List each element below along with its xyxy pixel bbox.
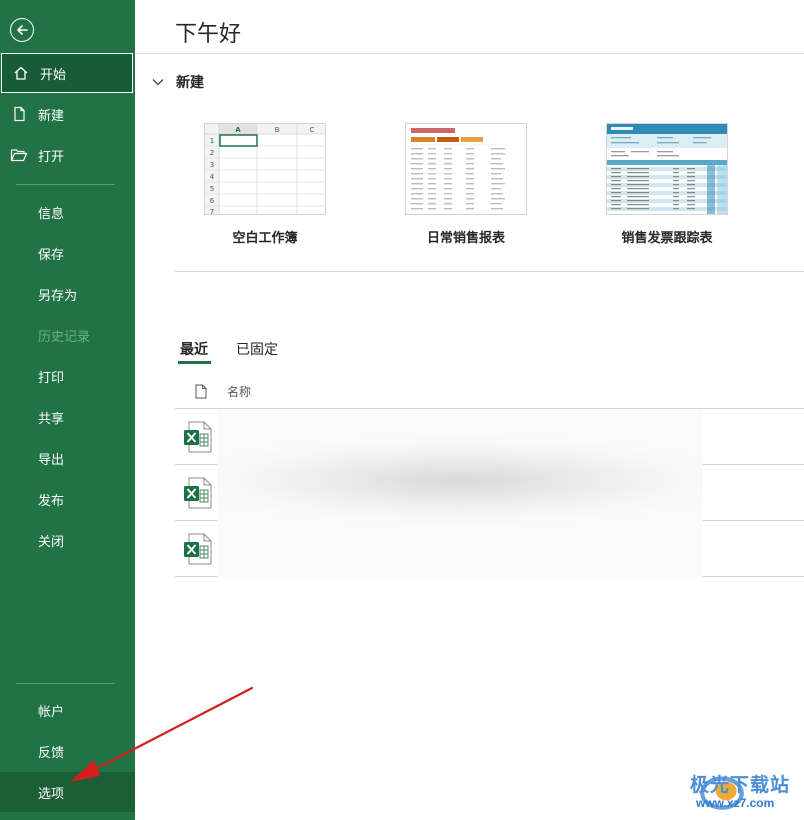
sidebar-item-label: 信息 bbox=[38, 206, 65, 222]
name-column-header[interactable]: 名称 bbox=[227, 383, 251, 400]
new-section-header[interactable]: 新建 bbox=[152, 72, 204, 92]
sidebar-item-home[interactable]: 开始 bbox=[1, 53, 133, 93]
template-blank-workbook[interactable]: A B C 1 2 3 4 5 6 7 bbox=[204, 123, 326, 215]
watermark-text: 极光下载站 bbox=[690, 774, 791, 796]
sidebar-item-label: 打开 bbox=[38, 149, 65, 165]
excel-file-icon bbox=[183, 533, 213, 569]
template-sales-invoice-tracker[interactable] bbox=[606, 123, 728, 215]
sidebar-divider bbox=[16, 184, 115, 185]
file-type-icon bbox=[175, 384, 227, 399]
sidebar-item-print[interactable]: 打印 bbox=[0, 356, 135, 396]
column-b-label: B bbox=[275, 126, 280, 134]
sidebar-item-export[interactable]: 导出 bbox=[0, 438, 135, 478]
sidebar-item-open[interactable]: 打开 bbox=[0, 135, 135, 175]
sidebar-item-save-as[interactable]: 另存为 bbox=[0, 274, 135, 314]
file-list-header: 名称 bbox=[175, 375, 804, 409]
tab-recent[interactable]: 最近 bbox=[180, 339, 208, 359]
sidebar-item-label: 共享 bbox=[38, 411, 65, 427]
header-divider bbox=[135, 53, 804, 54]
chevron-down-icon bbox=[152, 78, 168, 86]
row-label: 6 bbox=[210, 197, 215, 205]
template-label[interactable]: 销售发票跟踪表 bbox=[582, 227, 752, 246]
home-icon bbox=[2, 65, 40, 81]
row-label: 1 bbox=[210, 137, 214, 145]
watermark-url: www.xz7.com bbox=[696, 796, 775, 810]
new-document-icon bbox=[0, 106, 38, 122]
row-label: 7 bbox=[210, 208, 214, 215]
arrow-left-icon bbox=[17, 25, 28, 35]
template-daily-sales-report[interactable] bbox=[405, 123, 527, 215]
row-label: 2 bbox=[210, 149, 214, 157]
sidebar-item-save[interactable]: 保存 bbox=[0, 233, 135, 273]
sidebar-item-label: 关闭 bbox=[38, 534, 65, 550]
invoice-tracker-thumbnail bbox=[607, 124, 727, 214]
row-label: 4 bbox=[210, 173, 215, 181]
red-arrow-annotation bbox=[70, 686, 254, 782]
section-divider bbox=[175, 271, 804, 272]
sales-report-thumbnail bbox=[406, 124, 526, 214]
sidebar-item-label: 保存 bbox=[38, 247, 65, 263]
sidebar-item-share[interactable]: 共享 bbox=[0, 397, 135, 437]
sidebar-item-history: 历史记录 bbox=[0, 315, 135, 355]
column-c-label: C bbox=[310, 126, 315, 134]
sidebar-item-label: 发布 bbox=[38, 493, 65, 509]
sidebar-item-label: 历史记录 bbox=[38, 329, 91, 345]
row-label: 5 bbox=[210, 185, 214, 193]
row-label: 3 bbox=[210, 161, 214, 169]
blank-workbook-thumbnail: A B C 1 2 3 4 5 6 7 bbox=[205, 124, 325, 215]
sidebar-item-info[interactable]: 信息 bbox=[0, 192, 135, 232]
sidebar-item-close[interactable]: 关闭 bbox=[0, 520, 135, 560]
sidebar-item-label: 另存为 bbox=[38, 288, 78, 304]
sidebar-item-label: 导出 bbox=[38, 452, 65, 468]
back-button[interactable] bbox=[10, 18, 34, 42]
sidebar-item-publish[interactable]: 发布 bbox=[0, 479, 135, 519]
blurred-file-names bbox=[217, 410, 703, 578]
excel-file-icon bbox=[183, 421, 213, 457]
tab-active-indicator bbox=[178, 361, 211, 364]
sidebar-item-label: 选项 bbox=[38, 786, 65, 802]
sidebar-item-label: 开始 bbox=[40, 67, 67, 83]
column-a-label: A bbox=[235, 126, 241, 134]
template-label[interactable]: 空白工作簿 bbox=[180, 227, 350, 246]
template-label[interactable]: 日常销售报表 bbox=[381, 227, 551, 246]
sidebar-item-label: 打印 bbox=[38, 370, 65, 386]
new-section-title: 新建 bbox=[176, 75, 204, 91]
open-folder-icon bbox=[0, 147, 38, 163]
excel-file-icon bbox=[183, 477, 213, 513]
sidebar-item-label: 帐户 bbox=[38, 704, 65, 720]
sidebar-item-label: 反馈 bbox=[38, 745, 65, 761]
tab-pinned[interactable]: 已固定 bbox=[236, 339, 278, 359]
sidebar-item-new[interactable]: 新建 bbox=[0, 94, 135, 134]
page-title: 下午好 bbox=[175, 22, 242, 47]
sidebar-item-label: 新建 bbox=[38, 108, 65, 124]
